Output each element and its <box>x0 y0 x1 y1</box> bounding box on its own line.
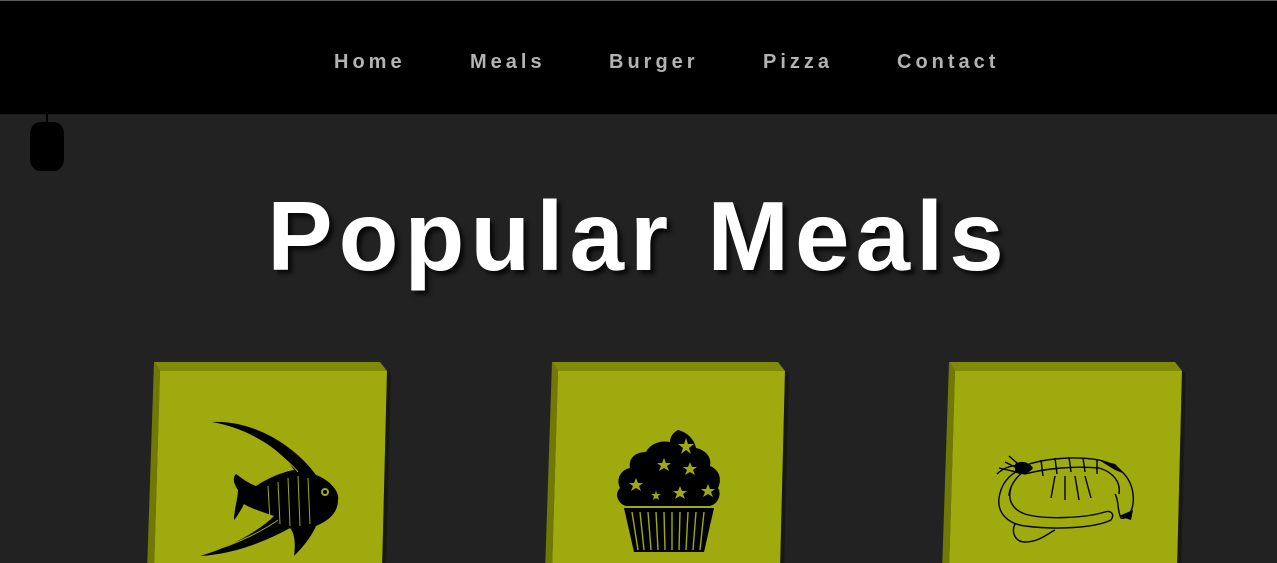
navbar: Home Meals Burger Pizza Contact <box>0 0 1277 115</box>
fish-icon <box>198 420 343 563</box>
mouse-scroll-icon <box>30 113 64 171</box>
nav-link-burger[interactable]: Burger <box>609 49 699 75</box>
nav-link-home[interactable]: Home <box>334 49 406 75</box>
meal-card-fish[interactable] <box>146 362 391 563</box>
page: Home Meals Burger Pizza Contact Popular … <box>0 0 1277 563</box>
cupcake-icon <box>614 428 724 561</box>
shrimp-icon <box>995 454 1137 551</box>
nav-link-contact[interactable]: Contact <box>897 49 999 75</box>
nav-link-pizza[interactable]: Pizza <box>763 49 833 75</box>
meal-card-shrimp[interactable] <box>941 362 1186 563</box>
nav-link-meals[interactable]: Meals <box>470 49 546 75</box>
page-title: Popular Meals <box>267 181 1010 291</box>
nav-menu: Home Meals Burger Pizza Contact <box>0 49 1277 75</box>
meal-card-cupcake[interactable] <box>544 362 789 563</box>
